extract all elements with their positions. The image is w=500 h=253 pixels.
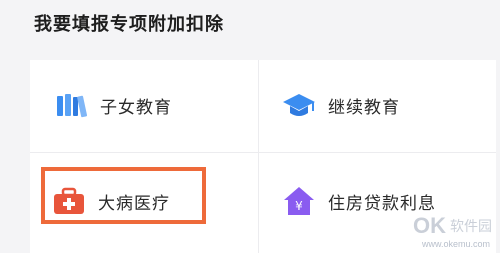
house-yuan-icon: ¥ bbox=[284, 187, 314, 215]
graduation-cap-icon bbox=[283, 94, 315, 116]
watermark-brand: OK bbox=[413, 213, 446, 238]
page-title: 我要填报专项附加扣除 bbox=[34, 14, 224, 35]
watermark: OK 软件园 bbox=[413, 213, 492, 239]
svg-text:¥: ¥ bbox=[295, 199, 303, 213]
books-icon bbox=[57, 94, 88, 118]
item-label: 住房贷款利息 bbox=[328, 193, 436, 214]
item-label: 继续教育 bbox=[328, 97, 400, 118]
item-continuing-education[interactable]: 继续教育 bbox=[282, 88, 400, 122]
item-label: 子女教育 bbox=[100, 97, 172, 118]
item-children-education[interactable]: 子女教育 bbox=[54, 88, 172, 122]
watermark-cn: 软件园 bbox=[450, 219, 492, 235]
selection-highlight-box bbox=[41, 167, 206, 224]
grid-divider-vertical bbox=[258, 60, 259, 253]
watermark-url: www.okemu.com bbox=[421, 239, 490, 249]
grid-divider-horizontal bbox=[30, 152, 496, 153]
